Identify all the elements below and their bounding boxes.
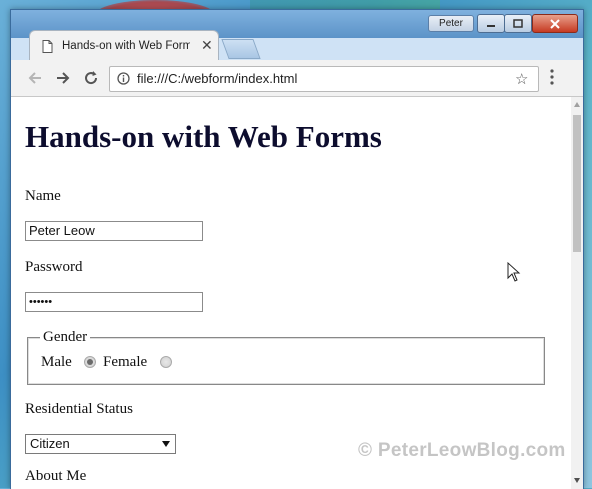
- watermark: © PeterLeowBlog.com: [358, 440, 566, 461]
- back-button[interactable]: [25, 68, 45, 88]
- star-icon[interactable]: ☆: [515, 70, 528, 88]
- page-title: Hands-on with Web Forms: [25, 119, 382, 154]
- close-icon[interactable]: ✕: [201, 37, 213, 54]
- residential-status-value: Citizen: [30, 436, 70, 451]
- menu-icon[interactable]: [549, 68, 555, 86]
- reload-button[interactable]: [81, 68, 101, 88]
- doc-icon: [42, 40, 53, 53]
- profile-badge[interactable]: Peter: [428, 15, 474, 32]
- address-bar[interactable]: file:///C:/webform/index.html ☆: [109, 66, 539, 92]
- password-input[interactable]: ••••••: [25, 292, 203, 312]
- male-label: Male: [41, 354, 72, 370]
- browser-toolbar: file:///C:/webform/index.html ☆: [11, 60, 583, 97]
- gender-fieldset: Gender Male Female: [27, 329, 545, 385]
- minimize-button[interactable]: [477, 14, 505, 33]
- vertical-scrollbar[interactable]: [571, 97, 583, 489]
- maximize-icon: [513, 18, 523, 28]
- close-window-button[interactable]: [532, 14, 578, 33]
- residential-status-select[interactable]: Citizen: [25, 434, 176, 454]
- forward-button[interactable]: [53, 68, 73, 88]
- residential-status-label: Residential Status: [25, 401, 133, 417]
- browser-tab[interactable]: Hands-on with Web Forms ✕: [29, 30, 219, 61]
- tab-title: Hands-on with Web Forms: [62, 40, 190, 52]
- url-text: file:///C:/webform/index.html: [137, 71, 298, 86]
- male-radio[interactable]: [84, 356, 96, 368]
- reload-icon: [85, 71, 98, 85]
- page-content: Hands-on with Web Forms Name Peter Leow …: [11, 97, 571, 489]
- minimize-icon: [487, 24, 495, 27]
- scroll-up-arrow[interactable]: [574, 102, 580, 107]
- gender-legend: Gender: [40, 329, 91, 346]
- name-input[interactable]: Peter Leow: [25, 221, 203, 241]
- scroll-thumb[interactable]: [573, 115, 581, 252]
- name-label: Name: [25, 188, 61, 204]
- close-window-icon: [550, 18, 560, 29]
- scroll-down-arrow[interactable]: [574, 478, 580, 483]
- back-icon: [28, 72, 41, 84]
- chevron-down-icon: [162, 441, 170, 447]
- browser-window: Peter Hands-on with Web Forms ✕ file:///…: [10, 9, 584, 489]
- female-label: Female: [103, 354, 148, 370]
- forward-icon: [57, 72, 70, 84]
- female-radio[interactable]: [160, 356, 172, 368]
- new-tab-button[interactable]: [221, 39, 261, 59]
- cursor-icon: [507, 262, 521, 282]
- password-label: Password: [25, 259, 83, 275]
- maximize-button[interactable]: [504, 14, 532, 33]
- info-icon[interactable]: [117, 72, 130, 85]
- about-me-label: About Me: [25, 468, 87, 484]
